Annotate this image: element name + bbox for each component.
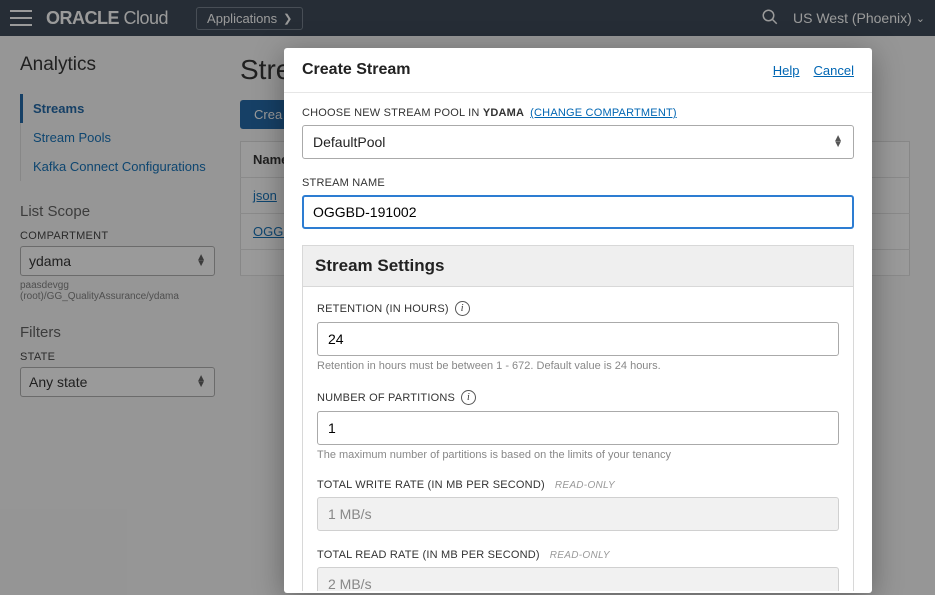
modal-title: Create Stream (302, 61, 759, 79)
info-icon[interactable]: i (461, 390, 476, 405)
write-rate-label: TOTAL WRITE RATE (IN MB PER SECOND) READ… (317, 479, 839, 491)
help-link[interactable]: Help (773, 63, 800, 78)
stream-name-input[interactable] (302, 195, 854, 229)
create-stream-modal: Create Stream Help Cancel CHOOSE NEW STR… (284, 48, 872, 593)
stream-pool-select[interactable]: DefaultPool ▲▼ (302, 125, 854, 159)
stream-pool-label: CHOOSE NEW STREAM POOL IN YDAMA (CHANGE … (302, 107, 854, 119)
info-icon[interactable]: i (455, 301, 470, 316)
read-rate-value: 2 MB/s (317, 567, 839, 591)
retention-input[interactable] (317, 322, 839, 356)
partitions-hint: The maximum number of partitions is base… (317, 449, 839, 461)
stream-name-label: STREAM NAME (302, 177, 854, 189)
updown-icon: ▲▼ (833, 136, 843, 148)
retention-hint: Retention in hours must be between 1 - 6… (317, 360, 839, 372)
partitions-input[interactable] (317, 411, 839, 445)
cancel-link[interactable]: Cancel (814, 63, 854, 78)
change-compartment-link[interactable]: (CHANGE COMPARTMENT) (530, 107, 677, 119)
stream-settings-heading: Stream Settings (303, 246, 853, 287)
write-rate-value: 1 MB/s (317, 497, 839, 531)
read-rate-label: TOTAL READ RATE (IN MB PER SECOND) READ-… (317, 549, 839, 561)
partitions-label: NUMBER OF PARTITIONS i (317, 390, 839, 405)
retention-label: RETENTION (IN HOURS) i (317, 301, 839, 316)
